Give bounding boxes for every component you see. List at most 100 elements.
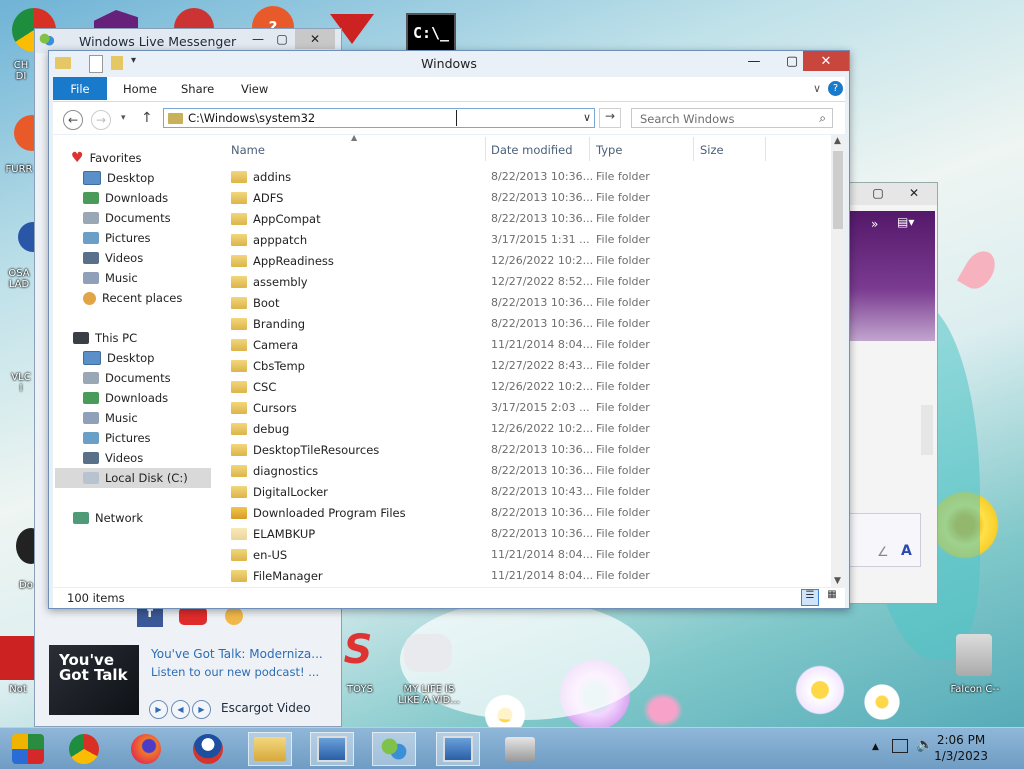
file-row[interactable]: addins 8/22/2013 10:36... File folder (223, 167, 843, 188)
file-name[interactable]: diagnostics (253, 464, 318, 478)
file-row[interactable]: DigitalLocker 8/22/2013 10:43... File fold… (223, 482, 843, 503)
file-row[interactable]: en-US 11/21/2014 8:04... File folder (223, 545, 843, 566)
taskbar-remote-desktop-2[interactable] (436, 732, 480, 766)
nav-favorites-desktop[interactable]: Desktop (83, 168, 154, 188)
file-name[interactable]: Downloaded Program Files (253, 506, 406, 520)
column-divider[interactable] (589, 137, 590, 161)
forward-icon[interactable]: → (91, 110, 111, 130)
youtube-icon[interactable] (179, 607, 207, 625)
go-icon[interactable]: → (599, 108, 621, 128)
file-name[interactable]: addins (253, 170, 291, 184)
file-row[interactable]: AppReadiness 12/26/2022 10:2... File folde… (223, 251, 843, 272)
menu-icon[interactable]: ▤▾ (897, 215, 914, 229)
play-icon[interactable]: ▶ (149, 700, 168, 719)
search-field[interactable]: Search Windows ⌕ (631, 108, 833, 128)
file-name[interactable]: Branding (253, 317, 305, 331)
file-row[interactable]: apppatch 3/17/2015 1:31 ... File folder (223, 230, 843, 251)
column-header-name[interactable]: Name (231, 143, 265, 157)
vertical-scrollbar[interactable]: ▲ ▼ (831, 135, 845, 587)
volume-icon[interactable]: 🔈 (916, 737, 933, 753)
minimize-icon[interactable]: — (739, 51, 769, 71)
nav-thispc-videos[interactable]: Videos (83, 448, 143, 468)
recycle-bin-icon[interactable] (956, 634, 992, 676)
gamepad-icon[interactable] (404, 634, 452, 672)
address-field[interactable]: C:\Windows\system32 ∨ (163, 108, 595, 128)
ad-headline[interactable]: You've Got Talk: Moderniza... (151, 647, 323, 661)
file-name[interactable]: apppatch (253, 233, 307, 247)
nav-thispc-local-disk[interactable]: Local Disk (C:) (55, 468, 211, 488)
column-divider[interactable] (693, 137, 694, 161)
address-path[interactable]: C:\Windows\system32 (188, 111, 315, 125)
file-name[interactable]: DigitalLocker (253, 485, 328, 499)
file-name[interactable]: AppCompat (253, 212, 321, 226)
maximize-icon[interactable]: ▢ (269, 29, 295, 49)
tab-view[interactable]: View (241, 77, 268, 100)
next-icon[interactable]: ▶ (192, 700, 211, 719)
recent-locations-icon[interactable]: ▾ (121, 113, 126, 123)
nav-favorites-videos[interactable]: Videos (83, 248, 143, 268)
nav-favorites-recent[interactable]: Recent places (83, 288, 182, 308)
file-name[interactable]: debug (253, 422, 289, 436)
file-explorer-window[interactable]: ▾ Windows — ▢ ✕ File Home Share View ∨ ?… (48, 50, 850, 609)
file-row[interactable]: debug 12/26/2022 10:2... File folder (223, 419, 843, 440)
nav-favorites-music[interactable]: Music (83, 268, 138, 288)
nav-thispc-music[interactable]: Music (83, 408, 138, 428)
nav-favorites-documents[interactable]: Documents (83, 208, 171, 228)
scroll-up-icon[interactable]: ▲ (834, 136, 841, 146)
taskbar-firefox[interactable] (124, 732, 168, 766)
sun-icon[interactable] (225, 607, 243, 625)
file-name[interactable]: ELAMBKUP (253, 527, 315, 541)
highlight-icon[interactable]: ∠ (877, 545, 889, 560)
file-row[interactable]: Cursors 3/17/2015 2:03 ... File folder (223, 398, 843, 419)
tab-home[interactable]: Home (123, 77, 157, 100)
file-name[interactable]: CbsTemp (253, 359, 305, 373)
file-row[interactable]: Camera 11/21/2014 8:04... File folder (223, 335, 843, 356)
taskbar-chrome[interactable] (62, 732, 106, 766)
tab-file[interactable]: File (53, 77, 107, 100)
explorer-titlebar[interactable]: ▾ Windows — ▢ ✕ (49, 51, 849, 75)
file-row[interactable]: ELAMBKUP 8/22/2013 10:36... File folder (223, 524, 843, 545)
maximize-icon[interactable]: ▢ (865, 183, 891, 203)
video-ad[interactable]: You've Got Talk You've Got Talk: Moderni… (49, 645, 339, 719)
file-name[interactable]: en-US (253, 548, 287, 562)
nav-favorites[interactable]: ♥ Favorites (71, 148, 142, 168)
start-button[interactable] (6, 732, 50, 766)
file-name[interactable]: CSC (253, 380, 276, 394)
close-icon[interactable]: ✕ (295, 29, 335, 49)
column-header-date[interactable]: Date modified (491, 143, 573, 157)
file-name[interactable]: assembly (253, 275, 308, 289)
nav-network[interactable]: Network (73, 508, 143, 528)
file-name[interactable]: FileManager (253, 569, 323, 583)
font-icon[interactable]: A (901, 543, 912, 559)
file-row[interactable]: ADFS 8/22/2013 10:36... File folder (223, 188, 843, 209)
taskbar-messenger[interactable] (372, 732, 416, 766)
large-icons-view-icon[interactable]: ▦ (823, 589, 841, 606)
file-name[interactable]: DesktopTileResources (253, 443, 379, 457)
column-header-size[interactable]: Size (700, 143, 724, 157)
nav-favorites-downloads[interactable]: Downloads (83, 188, 168, 208)
up-icon[interactable]: ↑ (141, 110, 153, 126)
nav-thispc-pictures[interactable]: Pictures (83, 428, 151, 448)
address-dropdown-icon[interactable]: ∨ (583, 111, 591, 124)
network-tray-icon[interactable] (892, 739, 908, 753)
nav-thispc-downloads[interactable]: Downloads (83, 388, 168, 408)
tab-share[interactable]: Share (181, 77, 214, 100)
nav-this-pc[interactable]: This PC (73, 328, 137, 348)
background-window[interactable]: ▢ ✕ » ▤▾ ∠ A (848, 182, 938, 604)
minimize-icon[interactable]: — (245, 29, 271, 49)
file-row[interactable]: diagnostics 8/22/2013 10:36... File folder (223, 461, 843, 482)
taskbar-remote-desktop[interactable] (310, 732, 354, 766)
file-name[interactable]: AppReadiness (253, 254, 334, 268)
nav-thispc-documents[interactable]: Documents (83, 368, 171, 388)
close-icon[interactable]: ✕ (901, 183, 927, 203)
overflow-icon[interactable]: » (871, 217, 878, 231)
command-prompt-icon[interactable]: C:\_ (406, 13, 456, 53)
search-icon[interactable]: ⌕ (819, 111, 826, 126)
close-button[interactable]: ✕ (803, 51, 849, 71)
file-row[interactable]: Boot 8/22/2013 10:36... File folder (223, 293, 843, 314)
scroll-down-icon[interactable]: ▼ (834, 576, 841, 586)
details-view-icon[interactable]: ☰ (801, 589, 819, 606)
file-name[interactable]: Cursors (253, 401, 297, 415)
file-row[interactable]: AppCompat 8/22/2013 10:36... File folder (223, 209, 843, 230)
column-divider[interactable] (765, 137, 766, 161)
